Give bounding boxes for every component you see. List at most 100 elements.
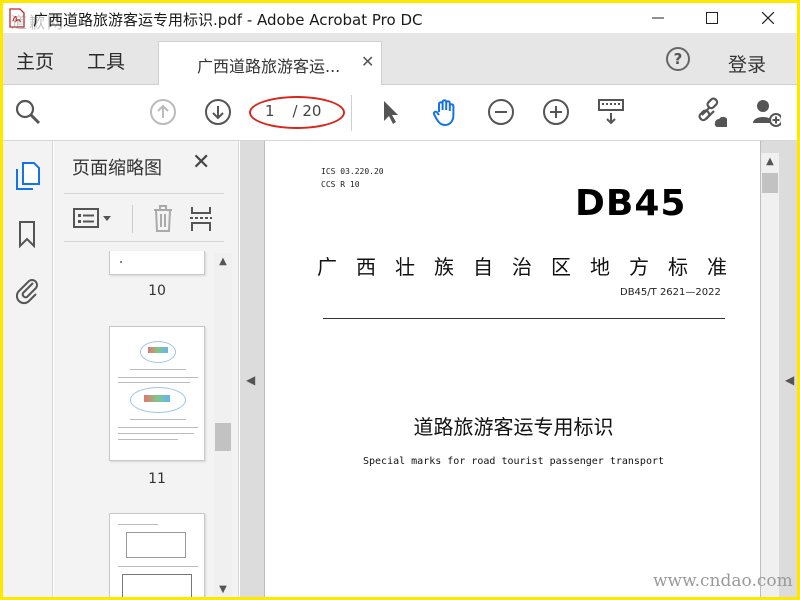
document-tab-close-icon[interactable]: ✕ xyxy=(361,52,374,71)
tab-bar: 主页 工具 广西道路旅游客运... ✕ ? 登录 xyxy=(3,33,797,85)
standard-title-char: 治 xyxy=(512,255,532,279)
panel-divider xyxy=(64,193,224,194)
hand-tool-button[interactable] xyxy=(430,97,460,127)
document-tab-label: 广西道路旅游客运... xyxy=(197,57,341,76)
zoom-out-icon xyxy=(488,99,514,125)
scroll-up-arrow[interactable]: ▲ xyxy=(214,253,232,269)
close-window-button[interactable] xyxy=(745,3,791,33)
minimize-button[interactable] xyxy=(635,3,681,33)
bookmark-icon xyxy=(19,221,35,249)
insert-page-button[interactable] xyxy=(188,203,214,233)
list-options-icon xyxy=(73,208,111,228)
standard-type-title: 广西壮族自治区地方标准 xyxy=(317,251,727,280)
scroll-down-arrow[interactable]: ▼ xyxy=(214,581,232,597)
document-english-title: Special marks for road tourist passenger… xyxy=(362,456,665,467)
thumbnail-text-line xyxy=(130,419,186,420)
thumbnail-options-button[interactable] xyxy=(72,207,114,231)
acrobat-window: 道歉网 广西道路旅游客运专用标识.pdf - Adobe Acrobat Pro… xyxy=(3,3,797,597)
thumbnail-text-line xyxy=(118,427,198,428)
close-icon xyxy=(762,12,774,24)
thumbnail-page-12[interactable] xyxy=(109,513,205,597)
tab-document[interactable]: 广西道路旅游客运... ✕ xyxy=(158,41,382,85)
standard-number: DB45/T 2621—2022 xyxy=(620,287,721,298)
thumbnail-page-11[interactable] xyxy=(109,326,205,461)
tab-home[interactable]: 主页 xyxy=(16,47,54,74)
bookmarks-button[interactable] xyxy=(13,219,41,249)
thumbnail-text-line xyxy=(118,439,178,440)
thumbnail-panel: 页面缩略图 ✕ 10 11 ▲ ▼ xyxy=(54,141,239,597)
toolbar-separator xyxy=(132,205,133,233)
thumbnail-text-line xyxy=(118,377,198,378)
standard-title-char: 准 xyxy=(707,255,727,279)
delete-page-button[interactable] xyxy=(150,203,176,233)
thumbnail-text-line xyxy=(130,369,186,370)
ics-code: ICS 03.220.20 CCS R 10 xyxy=(321,165,384,191)
paperclip-icon xyxy=(15,279,38,305)
scroll-thumb[interactable] xyxy=(762,173,778,193)
search-icon xyxy=(15,99,41,125)
scroll-up-arrow[interactable]: ▲ xyxy=(761,153,779,169)
pdf-page: ICS 03.220.20 CCS R 10 DB45 广西壮族自治区地方标准 … xyxy=(264,141,761,597)
header-rule xyxy=(323,318,725,319)
standard-title-char: 西 xyxy=(356,255,376,279)
thumbnail-scrollbar[interactable]: ▲ ▼ xyxy=(214,253,232,597)
document-main-title: 道路旅游客运专用标识 xyxy=(413,415,614,439)
keyboard-icon xyxy=(598,99,624,125)
attachments-button[interactable] xyxy=(13,275,41,305)
previous-page-button[interactable] xyxy=(148,97,178,127)
standard-title-char: 广 xyxy=(317,255,337,279)
thumbnail-table xyxy=(122,574,192,597)
select-icon xyxy=(384,101,398,124)
standard-title-char: 标 xyxy=(668,255,688,279)
standard-title-char: 自 xyxy=(473,255,493,279)
thumbnail-text-line xyxy=(118,433,194,434)
thumbnail-page-10[interactable] xyxy=(109,251,205,275)
standard-title-char: 地 xyxy=(590,255,610,279)
hand-icon xyxy=(432,99,455,126)
maximize-icon xyxy=(706,12,718,24)
thumbnail-panel-close-icon[interactable]: ✕ xyxy=(192,150,210,175)
page-thumbnails-icon xyxy=(16,162,40,190)
site-watermark: www.cndao.com xyxy=(653,571,793,591)
thumbnail-page-label: 10 xyxy=(148,283,166,299)
thumbnail-panel-title: 页面缩略图 xyxy=(72,158,162,179)
minimize-icon xyxy=(652,17,664,19)
share-link-button[interactable] xyxy=(697,97,727,127)
db-code-logo: DB45 xyxy=(575,183,687,224)
select-tool-button[interactable] xyxy=(375,97,405,127)
title-bar: 道歉网 广西道路旅游客运专用标识.pdf - Adobe Acrobat Pro… xyxy=(3,3,797,33)
thumbnail-text-line xyxy=(118,524,158,525)
zoom-out-button[interactable] xyxy=(486,97,516,127)
zoom-in-button[interactable] xyxy=(541,97,571,127)
thumbnail-table xyxy=(126,532,186,558)
page-down-icon xyxy=(205,99,231,125)
thumbnail-text-line xyxy=(118,566,198,567)
page-thumbnails-button[interactable] xyxy=(13,161,41,191)
standard-title-char: 族 xyxy=(434,255,454,279)
left-navigation-rail xyxy=(3,141,53,597)
add-user-button[interactable] xyxy=(751,97,781,127)
standard-title-char: 区 xyxy=(551,255,571,279)
tab-tools[interactable]: 工具 xyxy=(87,47,125,74)
panel-divider xyxy=(64,241,224,242)
standard-title-char: 壮 xyxy=(395,255,415,279)
annotation-ellipse xyxy=(249,96,345,129)
insert-page-icon xyxy=(190,207,212,231)
share-link-icon xyxy=(698,97,727,127)
trash-icon xyxy=(154,205,172,232)
next-page-button[interactable] xyxy=(203,97,233,127)
document-scrollbar[interactable]: ▲ xyxy=(761,153,779,597)
scroll-thumb[interactable] xyxy=(215,423,231,451)
collapse-left-panel-icon[interactable]: ◀ xyxy=(246,373,255,387)
login-button[interactable]: 登录 xyxy=(728,50,766,77)
thumbnail-logo-graphic xyxy=(144,395,170,402)
search-button[interactable] xyxy=(13,97,43,127)
window-title: 广西道路旅游客运专用标识.pdf - Adobe Acrobat Pro DC xyxy=(33,11,423,29)
keyboard-tool-button[interactable] xyxy=(596,97,626,127)
standard-title-char: 方 xyxy=(629,255,649,279)
maximize-button[interactable] xyxy=(689,3,735,33)
document-view: ◀ ICS 03.220.20 CCS R 10 DB45 广西壮族自治区地方标… xyxy=(240,141,797,597)
expand-right-panel-icon[interactable]: ◀ xyxy=(785,373,794,387)
help-button[interactable]: ? xyxy=(666,47,690,71)
add-user-icon xyxy=(753,100,781,127)
